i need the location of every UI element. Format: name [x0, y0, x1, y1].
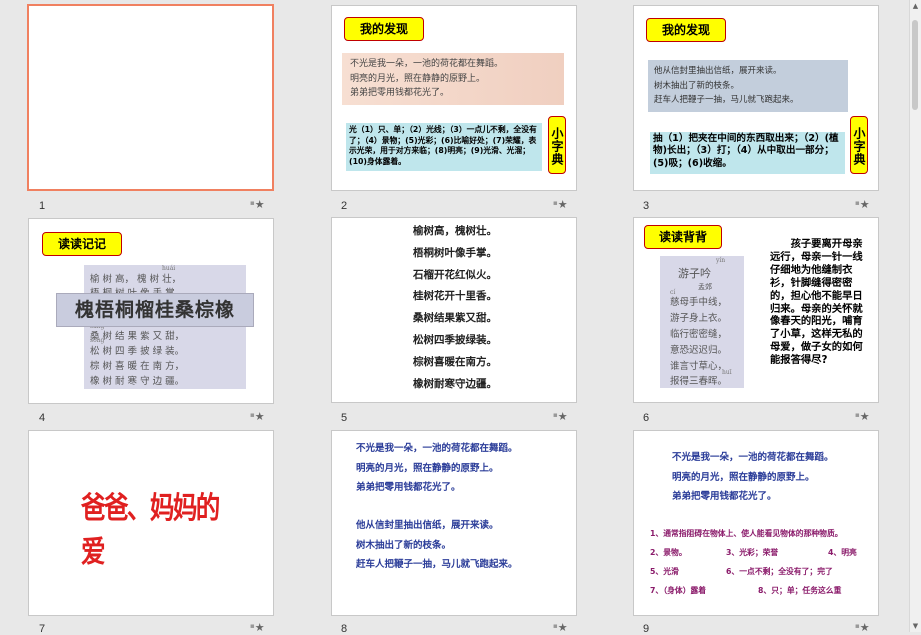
- slide-number-7: 7: [39, 623, 46, 635]
- slide-9-meaning-2: 2、景物。: [650, 548, 687, 557]
- slide-thumbnail-6[interactable]: 读读背背 yín 游子吟 孟郊 cí 慈母手中线， 游子身上衣。 临行密密缝， …: [633, 217, 879, 403]
- slide-number-8: 8: [341, 623, 348, 635]
- slide-9-meaning-8: 8、只；单；任务这么重: [758, 586, 842, 595]
- slide-4-title: 读读记记: [42, 232, 122, 256]
- slide-3-title: 我的发现: [646, 18, 726, 42]
- slide-9-meaning-4: 4、明亮: [828, 548, 857, 557]
- slide-9-meaning-6: 6、一点不剩；全没有了；完了: [726, 567, 833, 576]
- slide-animation-star-icon-1[interactable]: ▪★: [250, 198, 265, 211]
- slide-thumbnail-7[interactable]: 爸爸、妈妈的爱: [28, 430, 274, 616]
- slide-3-dict-label: 小字典: [850, 116, 868, 174]
- slide-9-meaning-3: 3、光彩；荣誉: [726, 548, 779, 557]
- slide-2-picture: 不光是我一朵，一池的荷花都在舞蹈。 明亮的月光，照在静静的原野上。 弟弟把零用钱…: [342, 53, 564, 105]
- slide-animation-star-icon-3[interactable]: ▪★: [855, 198, 870, 211]
- slide-animation-star-icon-4[interactable]: ▪★: [250, 410, 265, 423]
- slide-6-title: 读读背背: [644, 225, 722, 249]
- scrollbar-thumb[interactable]: [912, 20, 918, 110]
- slide-6-poem-picture: yín 游子吟 孟郊 cí 慈母手中线， 游子身上衣。 临行密密缝， 意恐迟迟归…: [660, 256, 744, 388]
- vertical-scrollbar[interactable]: ▲ ▼: [909, 0, 921, 632]
- slide-3-definition: 抽（1）把夹在中间的东西取出来；（2）(植物)长出；（3）打；（4）从中取出一部…: [650, 132, 845, 174]
- slide-number-5: 5: [341, 412, 348, 424]
- slide-thumbnail-9[interactable]: 不光是我一朵，一池的荷花都在舞蹈。 明亮的月光，照在静静的原野上。 弟弟把零用钱…: [633, 430, 879, 616]
- slide-animation-star-icon-8[interactable]: ▪★: [553, 621, 568, 634]
- slide-thumbnail-2[interactable]: 我的发现 不光是我一朵，一池的荷花都在舞蹈。 明亮的月光，照在静静的原野上。 弟…: [331, 5, 577, 191]
- slide-number-6: 6: [643, 412, 650, 424]
- slide-number-9: 9: [643, 623, 650, 635]
- slide-9-meaning-5: 5、光滑: [650, 567, 679, 576]
- slide-number-2: 2: [341, 200, 348, 212]
- slide-animation-star-icon-7[interactable]: ▪★: [250, 621, 265, 634]
- slide-thumbnail-1[interactable]: [27, 4, 274, 191]
- slide-thumbnail-3[interactable]: 我的发现 他从信封里抽出信纸，展开来读。 树木抽出了新的枝条。 赶车人把鞭子一抽…: [633, 5, 879, 191]
- slide-5-poem: 榆树高，槐树壮。 梧桐树叶像手掌。 石榴开花红似火。 桂树花开十里香。 桑树结果…: [413, 225, 497, 390]
- slide-2-title: 我的发现: [344, 17, 424, 41]
- slide-8-lines-a: 不光是我一朵，一池的荷花都在舞蹈。 明亮的月光，照在静静的原野上。 弟弟把零用钱…: [356, 443, 518, 493]
- slide-7-big-title: 爸爸、妈妈的爱: [81, 491, 220, 570]
- slide-2-dict-label: 小字典: [548, 116, 566, 174]
- slide-animation-star-icon-2[interactable]: ▪★: [553, 198, 568, 211]
- slide-9-lines-a: 不光是我一朵，一池的荷花都在舞蹈。 明亮的月光，照在静静的原野上。 弟弟把零用钱…: [672, 452, 834, 502]
- slide-thumbnail-5[interactable]: 榆树高，槐树壮。 梧桐树叶像手掌。 石榴开花红似火。 桂树花开十里香。 桑树结果…: [331, 217, 577, 403]
- slide-thumbnail-8[interactable]: 不光是我一朵，一池的荷花都在舞蹈。 明亮的月光，照在静静的原野上。 弟弟把零用钱…: [331, 430, 577, 616]
- slide-3-picture: 他从信封里抽出信纸，展开来读。 树木抽出了新的枝条。 赶车人把鞭子一抽，马儿就飞…: [648, 60, 848, 112]
- slide-4-character-band: 槐梧桐榴桂桑棕橡: [56, 293, 254, 327]
- slide-6-commentary: 孩子要离开母亲远行，母亲一针一线仔细地为他缝制衣衫，针脚缝得密密的，担心他不能早…: [770, 238, 863, 367]
- slide-number-3: 3: [643, 200, 650, 212]
- slide-number-4: 4: [39, 412, 46, 424]
- slide-9-meanings: 1、通常指阻碍在物体上、使人能看见物体的那种物质。: [650, 529, 843, 538]
- slide-animation-star-icon-5[interactable]: ▪★: [553, 410, 568, 423]
- scroll-up-arrow-icon[interactable]: ▲: [911, 2, 920, 10]
- scroll-down-arrow-icon[interactable]: ▼: [911, 622, 920, 630]
- slide-9-meaning-7: 7、（身体）露着: [650, 586, 707, 595]
- slide-animation-star-icon-6[interactable]: ▪★: [855, 410, 870, 423]
- slide-thumbnail-4[interactable]: 读读记记 huái 榆 树 高， 槐 树 壮， 梧 桐 树 叶 像 手 掌。 s…: [28, 218, 274, 404]
- slide-8-lines-b: 他从信封里抽出信纸，展开来读。 树木抽出了新的枝条。 赶车人把鞭子一抽，马儿就飞…: [356, 520, 518, 570]
- slide-animation-star-icon-9[interactable]: ▪★: [855, 621, 870, 634]
- slide-4-picture: huái 榆 树 高， 槐 树 壮， 梧 桐 树 叶 像 手 掌。 sāng 桑…: [84, 265, 246, 389]
- slide-number-1: 1: [39, 200, 46, 212]
- slide-2-definition: 光（1）只、单；（2）光线；（3）一点儿不剩，全没有了；（4）景物；(5)光彩；…: [346, 123, 542, 171]
